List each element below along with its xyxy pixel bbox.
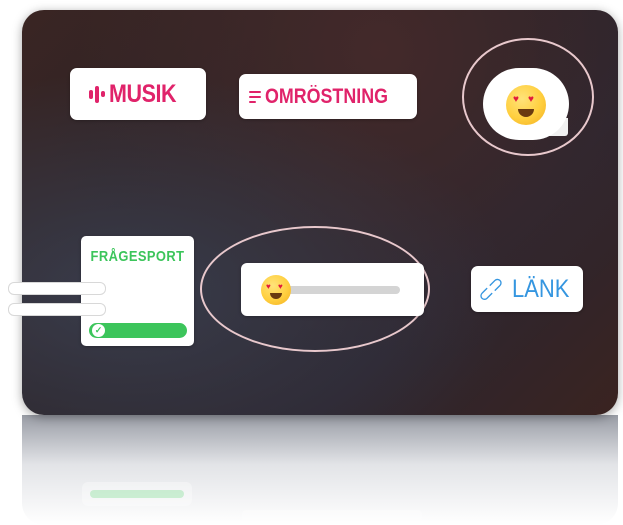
poll-lines-icon — [248, 90, 261, 103]
music-sticker-label: MUSIK — [108, 79, 177, 108]
quiz-option — [8, 282, 106, 295]
reflection-slider — [242, 510, 422, 522]
heart-eyes-emoji-icon: ♥ ♥ — [506, 85, 546, 125]
heart-eyes-emoji-icon: ♥ ♥ — [261, 275, 291, 305]
reflection-quiz-card — [82, 482, 192, 506]
quiz-option — [8, 303, 106, 316]
quiz-sticker-title: FRÅGESPORT — [90, 248, 185, 265]
link-sticker[interactable]: ⊂⊃ LÄNK — [471, 266, 583, 312]
link-sticker-label: LÄNK — [512, 274, 570, 303]
panel-reflection — [22, 415, 618, 525]
emoji-slider-track — [280, 286, 400, 294]
reflection-quiz-bar — [90, 490, 184, 498]
link-icon: ⊂⊃ — [473, 270, 509, 307]
check-icon: ✓ — [92, 324, 105, 337]
poll-sticker[interactable]: OMRÖSTNING — [239, 74, 417, 119]
sticker-tray: MUSIK OMRÖSTNING ♥ ♥ FRÅGESPORT ✓ ♥ ♥ ⊂⊃ L… — [0, 0, 623, 525]
music-wave-icon — [88, 85, 105, 103]
music-sticker[interactable]: MUSIK — [70, 68, 206, 120]
poll-sticker-label: OMRÖSTNING — [264, 84, 388, 108]
